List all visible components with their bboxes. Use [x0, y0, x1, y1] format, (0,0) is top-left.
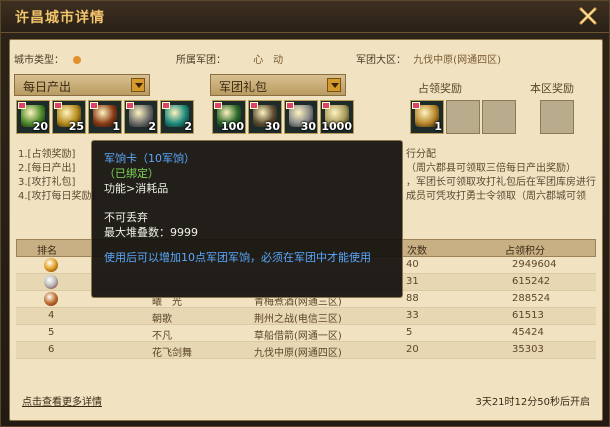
item-count: 1: [112, 120, 120, 133]
item-slot[interactable]: 2: [124, 100, 158, 134]
legion-name-cell: 不凡: [152, 331, 172, 342]
item-count: 1: [434, 120, 442, 133]
daily-output-dropdown[interactable]: 每日产出: [14, 74, 150, 96]
item-count: 30: [300, 120, 316, 133]
score-cell: 2949604: [512, 259, 557, 270]
header-times: 次数: [407, 246, 427, 257]
region-cell: 荆州之战(电信三区): [254, 314, 342, 325]
chevron-down-icon[interactable]: [327, 78, 341, 92]
region-value: 九伐中原(网通四区): [413, 55, 501, 66]
legion-value: 心 动: [253, 55, 284, 66]
occupy-reward-title: 占领奖励: [418, 82, 462, 95]
rule-line: 2.[每日产出]: [18, 163, 76, 174]
rank-medal-icon: [44, 258, 58, 272]
gem-badge-icon: [250, 102, 258, 109]
item-slot[interactable]: 20: [16, 100, 50, 134]
tooltip-item-name: 军饷卡（10军饷）: [104, 152, 195, 165]
rule-line-continued: 成员可凭攻打勇士令领取（周六郡城可领: [406, 191, 586, 202]
score-cell: 45424: [512, 327, 544, 338]
region-cell: 草船借箭(网通一区): [254, 331, 342, 342]
item-slot[interactable]: 30: [248, 100, 282, 134]
rank-cell: 6: [48, 344, 55, 355]
region-reward-title: 本区奖励: [530, 82, 574, 95]
gem-badge-icon: [90, 102, 98, 109]
gem-badge-icon: [412, 102, 420, 109]
gem-badge-icon: [54, 102, 62, 109]
item-slot[interactable]: 1: [88, 100, 122, 134]
times-cell: 31: [406, 276, 419, 287]
rule-line: 1.[占领奖励]: [18, 149, 76, 160]
legion-name-cell: 花飞剑舞: [152, 348, 192, 359]
legion-name-cell: 朝歌: [152, 314, 172, 325]
more-details-link[interactable]: 点击查看更多详情: [22, 393, 102, 408]
gem-badge-icon: [214, 102, 222, 109]
empty-slot: [482, 100, 516, 134]
header-score: 占领积分: [505, 246, 545, 257]
item-slot[interactable]: 1: [410, 100, 444, 134]
rule-line-continued: ，军团长可领取攻打礼包后在军团库房进行: [406, 177, 596, 188]
rule-line: 4.[攻打每日奖励]: [18, 191, 96, 202]
times-cell: 20: [406, 344, 419, 355]
gem-badge-icon: [18, 102, 26, 109]
tooltip-discard: 不可丢弃: [104, 211, 148, 224]
city-type: 城市类型：: [14, 51, 82, 66]
region-cell: 九伐中原(网通四区): [254, 348, 342, 359]
rank-cell: 5: [48, 327, 55, 338]
item-slot[interactable]: 1000: [320, 100, 354, 134]
empty-slot: [446, 100, 480, 134]
item-count: 1000: [321, 120, 352, 133]
score-cell: 288524: [512, 293, 551, 304]
item-count: 30: [264, 120, 280, 133]
countdown-text: 3天21时12分50秒后开启: [475, 397, 590, 408]
legion-gift-dropdown[interactable]: 军团礼包: [210, 74, 346, 96]
city-detail-window: 许昌城市详情 城市类型： 所属军团： 心 动 军团大区： 九伐中原(网通四区) …: [0, 0, 610, 427]
tooltip-function: 功能>消耗品: [104, 182, 169, 195]
times-cell: 88: [406, 293, 419, 304]
rule-line-continued: 行分配: [406, 149, 436, 160]
item-count: 2: [148, 120, 156, 133]
rank-cell: 4: [48, 310, 55, 321]
table-row[interactable]: 4 朝歌 荆州之战(电信三区) 33 61513: [16, 308, 596, 325]
times-cell: 40: [406, 259, 419, 270]
region: 军团大区： 九伐中原(网通四区): [356, 55, 501, 66]
gem-badge-icon: [286, 102, 294, 109]
item-count: 20: [32, 120, 48, 133]
item-slot[interactable]: 100: [212, 100, 246, 134]
gem-badge-icon: [126, 102, 134, 109]
rule-line: 3.[攻打礼包]: [18, 177, 76, 188]
city-type-icon: [73, 56, 82, 64]
chevron-down-icon[interactable]: [131, 78, 145, 92]
item-tooltip: 军饷卡（10军饷） （已绑定） 功能>消耗品 不可丢弃 最大堆叠数：9999 使…: [91, 140, 403, 298]
empty-slot: [540, 100, 574, 134]
rule-line-continued: （周六郡县可领取三倍每日产出奖励）: [406, 163, 576, 174]
gem-badge-icon: [162, 102, 170, 109]
table-row[interactable]: 5 不凡 草船借箭(网通一区) 5 45424: [16, 325, 596, 342]
item-slot[interactable]: 25: [52, 100, 86, 134]
legion: 所属军团： 心 动: [176, 55, 284, 66]
item-count: 2: [184, 120, 192, 133]
tooltip-stack: 最大堆叠数：9999: [104, 226, 198, 239]
score-cell: 35303: [512, 344, 544, 355]
header-rank: 排名: [37, 246, 57, 257]
times-cell: 5: [406, 327, 413, 338]
times-cell: 33: [406, 310, 419, 321]
item-count: 100: [221, 120, 244, 133]
close-icon[interactable]: [577, 5, 599, 27]
score-cell: 615242: [512, 276, 551, 287]
item-slot[interactable]: 2: [160, 100, 194, 134]
gem-badge-icon: [322, 102, 330, 109]
rank-medal-icon: [44, 275, 58, 289]
title-bar: 许昌城市详情: [1, 1, 609, 33]
tooltip-description: 使用后可以增加10点军团军饷，必须在军团中才能使用: [104, 251, 371, 264]
item-count: 25: [68, 120, 84, 133]
tooltip-bound-status: （已绑定）: [104, 167, 159, 180]
table-row[interactable]: 6 花飞剑舞 九伐中原(网通四区) 20 35303: [16, 342, 596, 359]
item-slot[interactable]: 30: [284, 100, 318, 134]
score-cell: 61513: [512, 310, 544, 321]
window-title: 许昌城市详情: [15, 10, 105, 26]
rank-medal-icon: [44, 292, 58, 306]
